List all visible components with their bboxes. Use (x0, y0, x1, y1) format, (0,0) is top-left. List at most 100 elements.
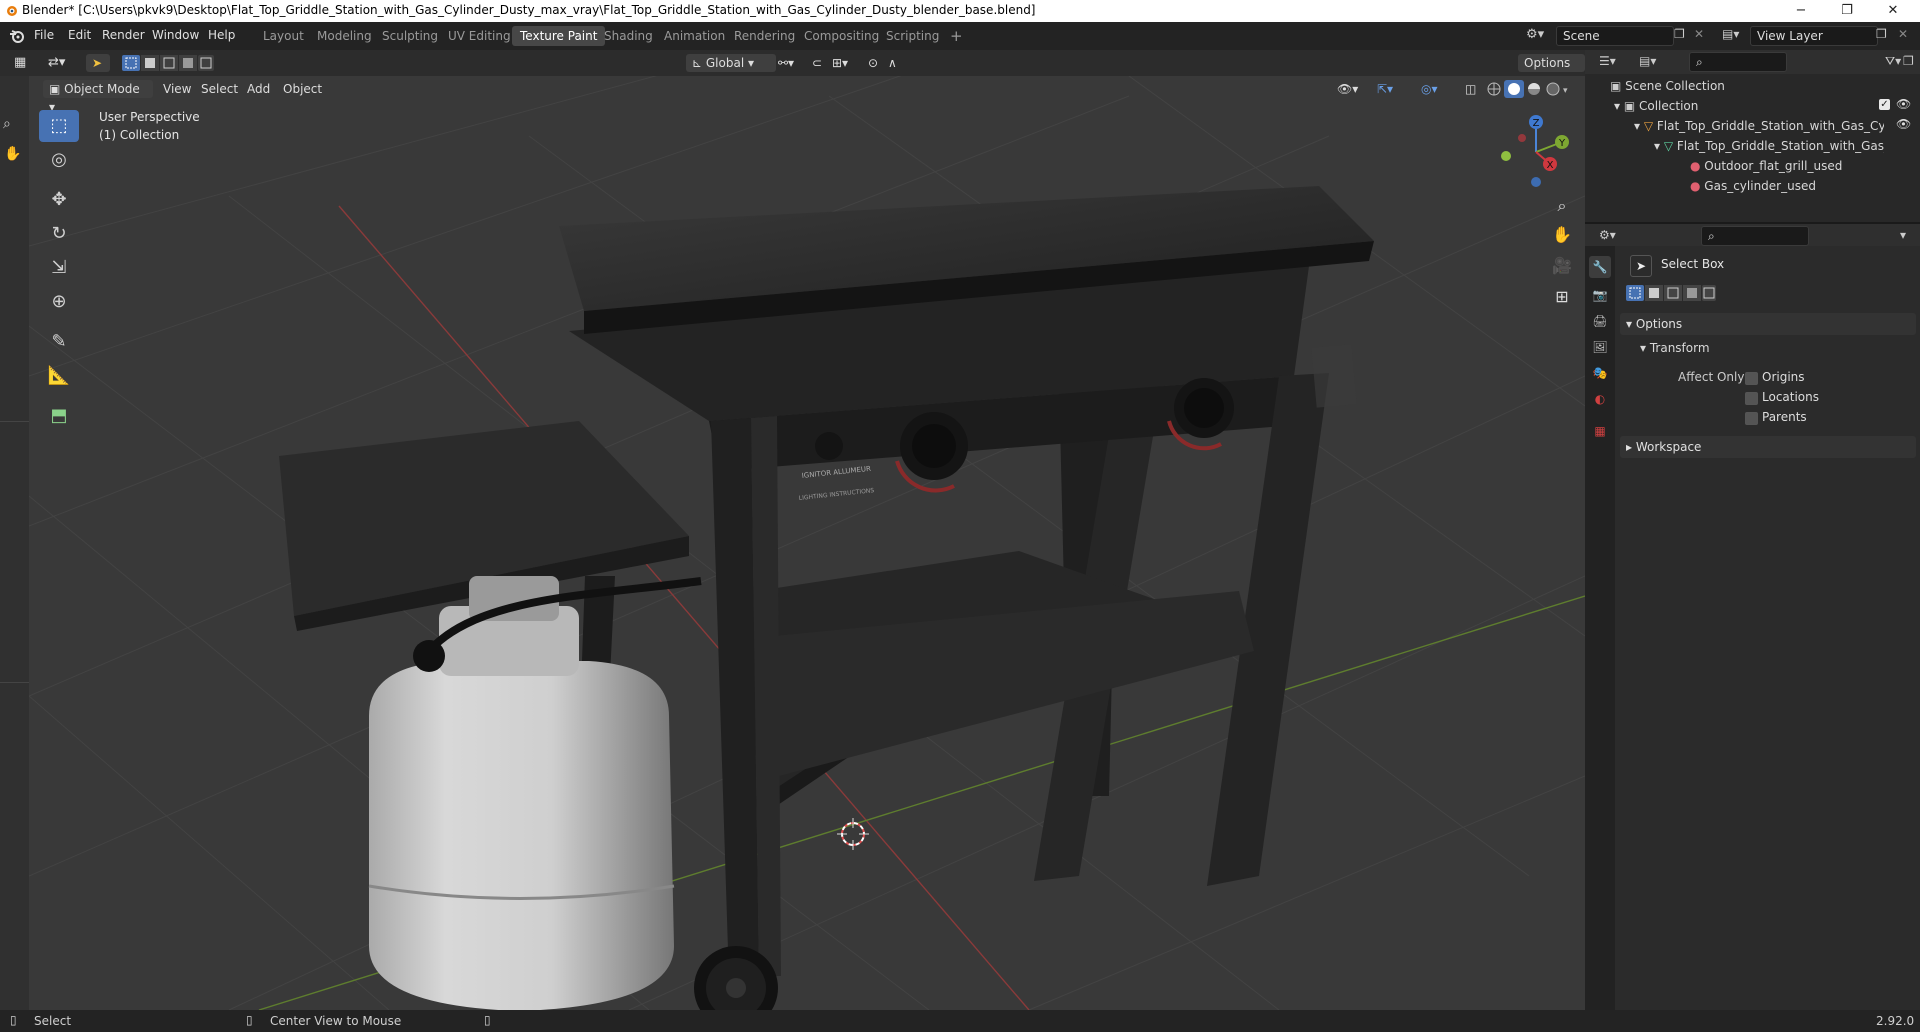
add-cube-tool-icon[interactable]: ⬒ (39, 400, 79, 432)
collection-visibility-icon[interactable]: 👁 (1896, 97, 1911, 111)
move-tool-icon[interactable]: ✥ (39, 184, 79, 216)
xray-toggle-icon[interactable]: ◫ (1459, 80, 1482, 98)
pivot-point-icon[interactable]: ⚯▾ (772, 54, 800, 72)
zoom-tool-icon[interactable]: ⌕ (3, 116, 11, 132)
ortho-toggle-icon[interactable]: ⊞ (1549, 284, 1575, 310)
filter-icon[interactable]: ⛛▾ (1885, 54, 1901, 69)
scale-tool-icon[interactable]: ⇲ (39, 252, 79, 284)
menu-select[interactable]: Select (195, 80, 244, 98)
new-view-layer-icon[interactable]: ❐ (1876, 27, 1887, 41)
tab-animation[interactable]: Animation (656, 26, 733, 46)
blender-menu-icon[interactable] (9, 28, 25, 44)
zoom-view-icon[interactable]: ⌕ (1549, 193, 1575, 219)
transform-subpanel-header[interactable]: ▾ Transform (1640, 338, 1710, 358)
options-panel-header[interactable]: ▾ Options (1620, 313, 1916, 335)
outliner-editor-icon[interactable]: ☰▾ (1599, 54, 1616, 68)
outliner-row-material-cylinder[interactable]: ● Gas_cylinder_used (1690, 176, 1910, 196)
expand-arrow-icon: ▾ (1634, 119, 1644, 133)
display-mode-icon[interactable]: ▤▾ (1639, 54, 1656, 68)
collection-checkbox-icon[interactable]: ✓ (1879, 99, 1890, 110)
delete-view-layer-icon[interactable]: ✕ (1898, 27, 1908, 41)
close-button[interactable]: ✕ (1870, 0, 1916, 22)
menu-view[interactable]: View (157, 80, 197, 98)
new-collection-icon[interactable]: ❐ (1903, 54, 1914, 68)
tab-layout[interactable]: Layout (255, 26, 312, 46)
menu-render[interactable]: Render (102, 28, 145, 42)
render-tab-icon[interactable]: 📷 (1589, 284, 1611, 306)
snap-target-icon[interactable]: ⊞▾ (826, 54, 854, 72)
menu-edit[interactable]: Edit (68, 28, 91, 42)
view-layer-icon[interactable]: ▤▾ (1722, 27, 1739, 41)
properties-editor-icon[interactable]: ⚙▾ (1599, 228, 1616, 242)
world-tab-icon[interactable]: ◐ (1589, 388, 1611, 410)
tab-modeling[interactable]: Modeling (309, 26, 380, 46)
collapse-arrow-icon: ▸ (1626, 440, 1636, 454)
outliner-row-scene-collection[interactable]: ▣ Scene Collection (1610, 76, 1910, 96)
select-box-tool-icon[interactable]: ⬚ (39, 110, 79, 142)
tab-texture-paint[interactable]: Texture Paint (512, 26, 606, 46)
new-scene-icon[interactable]: ❐ (1674, 27, 1685, 41)
tab-uv-editing[interactable]: UV Editing (440, 26, 519, 46)
object-visibility-icon[interactable]: 👁 (1896, 117, 1911, 131)
output-tab-icon[interactable]: 🖨 (1589, 310, 1611, 332)
scene-selector-icon[interactable]: ⚙▾ (1526, 27, 1552, 45)
measure-tool-icon[interactable]: 📐 (39, 360, 79, 392)
proportional-falloff-icon[interactable]: ∧ (882, 54, 903, 72)
outliner-row-collection[interactable]: ▾ ▣ Collection (1614, 96, 1914, 116)
menu-add[interactable]: Add (241, 80, 276, 98)
cursor-tool-icon[interactable]: ◎ (39, 144, 79, 176)
3d-viewport[interactable]: IGNITOR ALLUMEUR LIGHTING INSTRUCTIONS (29, 76, 1585, 1010)
orientation-axis-icon: ⊾ (692, 56, 706, 70)
view-layer-field[interactable]: View Layer (1750, 26, 1878, 46)
texture-tab-icon[interactable]: ▦ (1589, 420, 1611, 442)
tab-compositing[interactable]: Compositing (796, 26, 887, 46)
outliner-row-object[interactable]: ▾ ▽ Flat_Top_Griddle_Station_with_Gas_Cy… (1634, 116, 1884, 136)
snap-toggle-icon[interactable]: ⊂ (806, 54, 828, 72)
tab-scripting[interactable]: Scripting (878, 26, 947, 46)
tool-mode-set[interactable] (1626, 285, 1716, 301)
add-workspace-button[interactable]: + (942, 26, 971, 46)
object-mode-dropdown[interactable]: ▣ Object Mode ▾ (43, 80, 153, 114)
locations-checkbox[interactable] (1745, 392, 1758, 405)
outliner-search-input[interactable]: ⌕ (1689, 52, 1787, 72)
menu-file[interactable]: File (34, 28, 54, 42)
selection-mode-set[interactable] (122, 55, 214, 71)
rotate-tool-icon[interactable]: ↻ (39, 218, 79, 250)
shading-mode-set[interactable]: ▾ (1485, 80, 1569, 98)
gizmo-toggle-icon[interactable]: ⇱▾ (1371, 80, 1399, 98)
tab-rendering[interactable]: Rendering (726, 26, 803, 46)
editor-type-icon[interactable]: ▦ (8, 54, 32, 72)
visibility-icon[interactable]: 👁▾ (1331, 80, 1364, 98)
proportional-edit-icon[interactable]: ⊙ (862, 54, 884, 72)
camera-view-icon[interactable]: 🎥 (1549, 253, 1575, 279)
outliner-row-mesh[interactable]: ▾ ▽ Flat_Top_Griddle_Station_with_Gas_ (1654, 136, 1884, 156)
tab-sculpting[interactable]: Sculpting (374, 26, 446, 46)
active-tool-icon[interactable]: ➤ (86, 54, 110, 72)
options-dropdown[interactable]: Options ▾ (1518, 54, 1585, 88)
origins-checkbox[interactable] (1745, 372, 1758, 385)
transform-orientation-dropdown[interactable]: ⊾ Global ▾ (686, 54, 776, 72)
tool-tab-icon[interactable]: 🔧 (1589, 256, 1611, 278)
workspace-panel-header[interactable]: ▸ Workspace (1620, 436, 1916, 458)
maximize-button[interactable]: ❐ (1824, 0, 1870, 22)
properties-search-input[interactable]: ⌕ (1701, 226, 1809, 246)
menu-object[interactable]: Object (277, 80, 328, 98)
outliner-row-material-grill[interactable]: ● Outdoor_flat_grill_used (1690, 156, 1910, 176)
tab-shading[interactable]: Shading (596, 26, 661, 46)
scene-field[interactable]: Scene (1556, 26, 1674, 46)
scene-tab-icon[interactable]: 🎭 (1589, 362, 1611, 384)
annotate-tool-icon[interactable]: ✎ (39, 326, 79, 358)
minimize-button[interactable]: − (1778, 0, 1824, 22)
pan-view-icon[interactable]: ✋ (1549, 222, 1575, 248)
parents-checkbox[interactable] (1745, 412, 1758, 425)
chevron-down-icon[interactable]: ▾ (1900, 228, 1906, 242)
navigation-gizmo[interactable]: Z Y X (1496, 112, 1576, 192)
tool-settings-icon[interactable]: ⇄▾ (42, 54, 71, 72)
transform-tool-icon[interactable]: ⊕ (39, 286, 79, 318)
view-layer-tab-icon[interactable]: 🖼 (1589, 336, 1611, 358)
hand-tool-icon[interactable]: ✋ (4, 146, 21, 162)
delete-scene-icon[interactable]: ✕ (1694, 27, 1704, 41)
overlays-toggle-icon[interactable]: ◎▾ (1415, 80, 1444, 98)
menu-window[interactable]: Window (152, 28, 199, 42)
menu-help[interactable]: Help (208, 28, 235, 42)
